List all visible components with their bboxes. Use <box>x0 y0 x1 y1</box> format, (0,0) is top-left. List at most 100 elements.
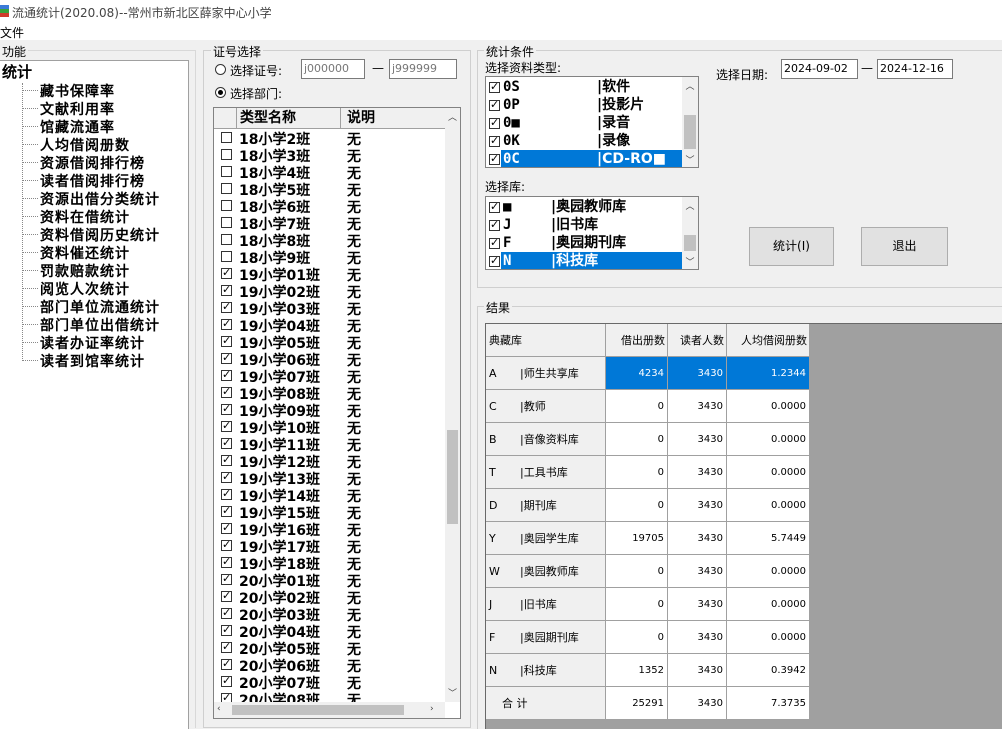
scroll-thumb[interactable] <box>447 430 458 524</box>
grid-cell-borrowed[interactable]: 4234 <box>606 357 668 390</box>
dept-row[interactable]: 19小学09班无 <box>214 401 445 420</box>
lib-row-checkbox[interactable] <box>489 200 500 213</box>
lib-row[interactable]: N |科技库 <box>501 252 682 269</box>
dept-row[interactable]: 19小学17班无 <box>214 537 445 556</box>
grid-cell-avg[interactable]: 0.0000 <box>727 456 810 489</box>
dept-row[interactable]: 19小学01班无 <box>214 265 445 284</box>
grid-cell-readers[interactable]: 3430 <box>668 489 727 522</box>
date-from-input[interactable]: 2024-09-02 <box>781 59 858 79</box>
dept-checkbox[interactable] <box>221 657 232 670</box>
tree-root-stats[interactable]: 统计 <box>2 61 32 82</box>
date-to-input[interactable]: 2024-12-16 <box>877 59 953 79</box>
dept-checkbox[interactable] <box>221 436 232 449</box>
dept-row[interactable]: 20小学01班无 <box>214 571 445 590</box>
grid-col-header[interactable]: 读者人数 <box>668 324 727 357</box>
dept-row[interactable]: 19小学11班无 <box>214 435 445 454</box>
dept-row[interactable]: 18小学4班无 <box>214 163 445 182</box>
dept-checkbox[interactable] <box>221 623 232 636</box>
grid-cell-readers[interactable]: 3430 <box>668 555 727 588</box>
grid-cell-readers[interactable]: 3430 <box>668 357 727 390</box>
scroll-down-icon[interactable]: ﹀ <box>445 686 460 699</box>
lib-row-checkbox[interactable] <box>489 236 500 249</box>
dept-checkbox[interactable] <box>221 402 232 415</box>
exit-button[interactable]: 退出 <box>861 227 948 266</box>
dept-checkbox[interactable] <box>221 368 232 381</box>
dept-checkbox[interactable] <box>221 266 232 279</box>
hscroll-thumb[interactable] <box>232 705 404 715</box>
scroll-left-icon[interactable]: ‹ <box>217 704 221 714</box>
dept-row[interactable]: 19小学12班无 <box>214 452 445 471</box>
dept-checkbox[interactable] <box>221 674 232 687</box>
dept-checkbox[interactable] <box>221 487 232 500</box>
grid-cell-avg[interactable]: 0.3942 <box>727 654 810 687</box>
dept-checkbox[interactable] <box>221 334 232 347</box>
dept-row[interactable]: 18小学3班无 <box>214 146 445 165</box>
dept-row[interactable]: 19小学14班无 <box>214 486 445 505</box>
scroll-up-icon[interactable]: ︿ <box>682 79 698 92</box>
grid-cell-readers[interactable]: 3430 <box>668 423 727 456</box>
dept-row[interactable]: 19小学08班无 <box>214 384 445 403</box>
grid-col-header[interactable]: 人均借阅册数 <box>727 324 810 357</box>
dept-checkbox[interactable] <box>221 251 232 262</box>
dept-checkbox[interactable] <box>221 385 232 398</box>
dept-row[interactable]: 18小学7班无 <box>214 214 445 233</box>
type-row[interactable]: 0K |录像 <box>501 132 682 150</box>
dept-row[interactable]: 19小学05班无 <box>214 333 445 352</box>
dept-checkbox[interactable] <box>221 351 232 364</box>
dept-checkbox[interactable] <box>221 538 232 551</box>
dept-checkbox[interactable] <box>221 283 232 296</box>
type-row-checkbox[interactable] <box>489 98 500 111</box>
dept-row[interactable]: 20小学07班无 <box>214 673 445 692</box>
grid-cell-readers[interactable]: 3430 <box>668 621 727 654</box>
grid-cell-borrowed[interactable]: 0 <box>606 489 668 522</box>
dept-checkbox[interactable] <box>221 606 232 619</box>
type-row[interactable]: 0C |CD-RO■ <box>501 150 682 167</box>
dept-row[interactable]: 19小学02班无 <box>214 282 445 301</box>
stat-button[interactable]: 统计(I) <box>749 227 834 266</box>
type-row-checkbox[interactable] <box>489 80 500 93</box>
dept-row[interactable]: 19小学03班无 <box>214 299 445 318</box>
dept-row[interactable]: 19小学13班无 <box>214 469 445 488</box>
grid-total-avg[interactable]: 7.3735 <box>727 687 810 720</box>
grid-col-library[interactable]: 典藏库 <box>486 324 606 357</box>
dept-checkbox[interactable] <box>221 149 232 160</box>
dept-row[interactable]: 20小学06班无 <box>214 656 445 675</box>
dept-row[interactable]: 19小学04班无 <box>214 316 445 335</box>
grid-row-header[interactable]: W |奥园教师库 <box>486 555 606 588</box>
grid-cell-borrowed[interactable]: 0 <box>606 555 668 588</box>
grid-row-header[interactable]: A |师生共享库 <box>486 357 606 390</box>
dept-row[interactable]: 19小学16班无 <box>214 520 445 539</box>
dept-row[interactable]: 18小学6班无 <box>214 197 445 216</box>
cert-from-input[interactable]: j000000 <box>301 59 365 79</box>
dept-checkbox[interactable] <box>221 555 232 568</box>
grid-cell-readers[interactable]: 3430 <box>668 390 727 423</box>
grid-cell-readers[interactable]: 3430 <box>668 588 727 621</box>
lib-list-vscroll[interactable]: ︿ ﹀ <box>682 197 698 269</box>
dept-row[interactable]: 18小学5班无 <box>214 180 445 199</box>
grid-cell-avg[interactable]: 0.0000 <box>727 621 810 654</box>
grid-row-header[interactable]: B |音像资料库 <box>486 423 606 456</box>
lib-row-checkbox[interactable] <box>489 254 500 267</box>
grid-cell-borrowed[interactable]: 0 <box>606 621 668 654</box>
dept-row[interactable]: 19小学10班无 <box>214 418 445 437</box>
lib-row[interactable]: F |奥园期刊库 <box>501 234 682 252</box>
grid-row-header[interactable]: N |科技库 <box>486 654 606 687</box>
grid-cell-borrowed[interactable]: 19705 <box>606 522 668 555</box>
grid-total-label[interactable]: 合 计 <box>486 687 606 720</box>
type-row-checkbox[interactable] <box>489 116 500 129</box>
dept-checkbox[interactable] <box>221 470 232 483</box>
type-row-checkbox[interactable] <box>489 152 500 165</box>
lib-row[interactable]: J |旧书库 <box>501 216 682 234</box>
dept-checkbox[interactable] <box>221 317 232 330</box>
dept-row[interactable]: 18小学9班无 <box>214 248 445 267</box>
type-row[interactable]: 0S |软件 <box>501 78 682 96</box>
grid-row-header[interactable]: F |奥园期刊库 <box>486 621 606 654</box>
dept-row[interactable]: 19小学06班无 <box>214 350 445 369</box>
grid-row-header[interactable]: J |旧书库 <box>486 588 606 621</box>
scroll-up-icon[interactable]: ︿ <box>445 110 460 123</box>
dept-col-name[interactable]: 类型名称 <box>236 108 341 128</box>
dept-list-hscroll[interactable]: ‹ › <box>214 702 445 718</box>
grid-row-header[interactable]: C |教师 <box>486 390 606 423</box>
lib-row[interactable]: ■ |奥园教师库 <box>501 198 682 216</box>
dept-checkbox[interactable] <box>221 504 232 517</box>
